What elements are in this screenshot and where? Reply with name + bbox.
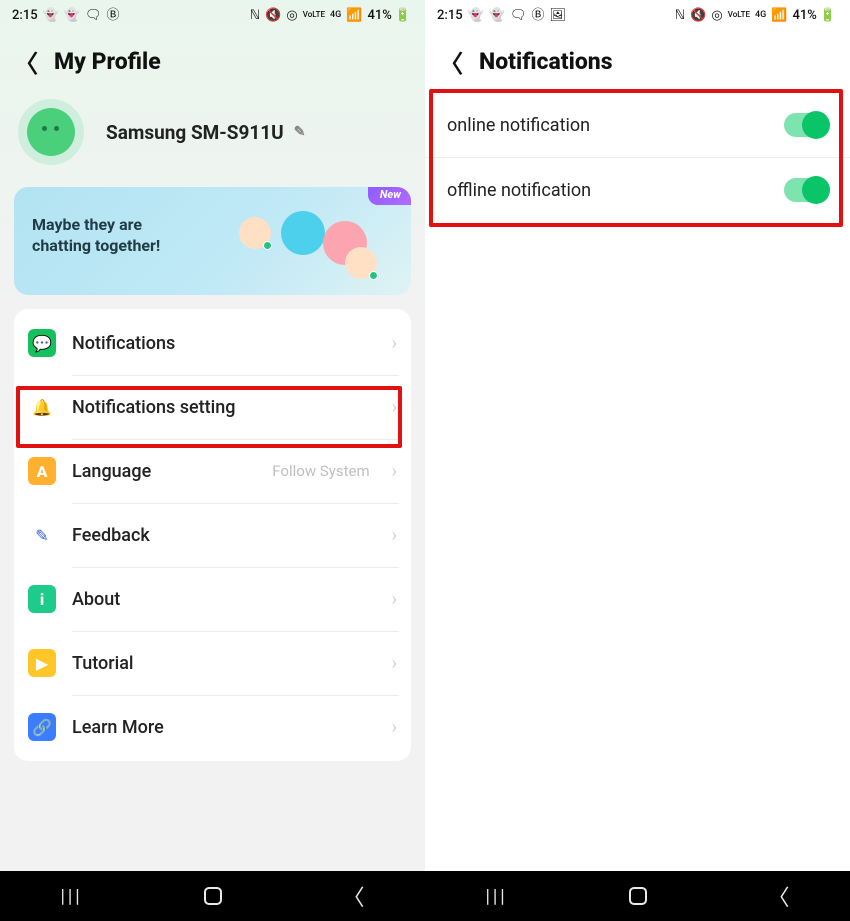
circle-b-icon: Ⓑ bbox=[106, 9, 119, 22]
chevron-right-icon: › bbox=[392, 461, 397, 482]
back-button[interactable]: 〈 bbox=[439, 44, 463, 79]
volte-icon: VoLTE bbox=[728, 11, 750, 19]
nfc-icon: ℕ bbox=[250, 9, 260, 22]
row-learn-more[interactable]: 🔗 Learn More › bbox=[14, 695, 411, 759]
battery-icon: 🔋 bbox=[395, 9, 411, 22]
toggle-switch[interactable] bbox=[784, 113, 828, 137]
snapchat-icon: 👻 bbox=[468, 9, 484, 22]
image-icon: 🖼 bbox=[550, 9, 567, 22]
row-notifications-setting[interactable]: 🔔 Notifications setting › bbox=[14, 375, 411, 439]
status-bar: 2:15 👻 👻 🗨 Ⓑ 🖼 ℕ 🔇 ◎ VoLTE 4G 📶 41% 🔋 bbox=[425, 0, 850, 30]
hotspot-icon: ◎ bbox=[286, 9, 297, 22]
chat-app-icon: 🗨 bbox=[510, 9, 527, 22]
snapchat-icon: 👻 bbox=[43, 9, 59, 22]
chevron-right-icon: › bbox=[392, 653, 397, 674]
row-feedback[interactable]: ✎ Feedback › bbox=[14, 503, 411, 567]
profile-row[interactable]: Samsung SM-S911U ✎ bbox=[0, 93, 425, 175]
mute-icon: 🔇 bbox=[690, 9, 706, 22]
snapchat-icon-2: 👻 bbox=[489, 9, 505, 22]
battery-indicator: 41% 🔋 bbox=[367, 8, 411, 23]
mute-icon: 🔇 bbox=[265, 9, 281, 22]
status-time: 2:15 bbox=[12, 8, 38, 23]
page-title: Notifications bbox=[479, 48, 613, 75]
chevron-right-icon: › bbox=[392, 589, 397, 610]
edit-icon[interactable]: ✎ bbox=[294, 124, 306, 140]
battery-indicator: 41% 🔋 bbox=[792, 8, 836, 23]
link-icon: 🔗 bbox=[28, 713, 56, 741]
toggle-offline-notification[interactable]: offline notification bbox=[425, 157, 850, 222]
signal-icon: 📶 bbox=[771, 9, 787, 22]
nav-recent[interactable]: ||| bbox=[485, 886, 507, 907]
language-hint: Follow System bbox=[272, 462, 369, 480]
status-bar: 2:15 👻 👻 🗨 Ⓑ ℕ 🔇 ◎ VoLTE 4G 📶 41% 🔋 bbox=[0, 0, 425, 30]
chevron-right-icon: › bbox=[392, 397, 397, 418]
signal-icon: 📶 bbox=[346, 9, 362, 22]
row-tutorial[interactable]: ▶ Tutorial › bbox=[14, 631, 411, 695]
page-title: My Profile bbox=[54, 48, 161, 75]
android-nav-bar: ||| 〈 ||| 〈 bbox=[0, 871, 850, 921]
network-type-icon: 4G bbox=[755, 11, 766, 20]
nav-back[interactable]: 〈 bbox=[767, 880, 789, 912]
chevron-right-icon: › bbox=[392, 717, 397, 738]
row-about[interactable]: i About › bbox=[14, 567, 411, 631]
info-icon: i bbox=[28, 585, 56, 613]
nav-recent[interactable]: ||| bbox=[60, 886, 82, 907]
circle-b-icon: Ⓑ bbox=[531, 9, 544, 22]
header-my-profile: 〈 My Profile bbox=[0, 30, 425, 93]
screen-my-profile: 2:15 👻 👻 🗨 Ⓑ ℕ 🔇 ◎ VoLTE 4G 📶 41% 🔋 〈 bbox=[0, 0, 425, 871]
status-time: 2:15 bbox=[437, 8, 463, 23]
pencil-icon: ✎ bbox=[28, 521, 56, 549]
header-notifications: 〈 Notifications bbox=[425, 30, 850, 93]
network-type-icon: 4G bbox=[330, 11, 341, 20]
row-notifications[interactable]: 💬 Notifications › bbox=[14, 311, 411, 375]
bell-icon: 🔔 bbox=[28, 393, 56, 421]
toggle-online-notification[interactable]: online notification bbox=[425, 93, 850, 157]
nfc-icon: ℕ bbox=[675, 9, 685, 22]
avatar bbox=[18, 99, 84, 165]
chat-icon: 💬 bbox=[28, 329, 56, 357]
chat-app-icon: 🗨 bbox=[85, 9, 102, 22]
toggle-switch[interactable] bbox=[784, 178, 828, 202]
device-name: Samsung SM-S911U ✎ bbox=[106, 121, 305, 144]
back-button[interactable]: 〈 bbox=[14, 44, 38, 79]
row-language[interactable]: A Language Follow System › bbox=[14, 439, 411, 503]
snapchat-icon-2: 👻 bbox=[64, 9, 80, 22]
nav-home[interactable] bbox=[629, 887, 647, 905]
volte-icon: VoLTE bbox=[303, 11, 325, 19]
nav-back[interactable]: 〈 bbox=[342, 880, 364, 912]
video-icon: ▶ bbox=[28, 649, 56, 677]
chevron-right-icon: › bbox=[392, 525, 397, 546]
chevron-right-icon: › bbox=[392, 333, 397, 354]
screen-notifications: 2:15 👻 👻 🗨 Ⓑ 🖼 ℕ 🔇 ◎ VoLTE 4G 📶 41% 🔋 bbox=[425, 0, 850, 871]
nav-home[interactable] bbox=[204, 887, 222, 905]
language-icon: A bbox=[28, 457, 56, 485]
new-badge: New bbox=[368, 187, 411, 205]
hotspot-icon: ◎ bbox=[711, 9, 722, 22]
settings-list: 💬 Notifications › 🔔 Notifications settin… bbox=[14, 309, 411, 761]
banner-illustration bbox=[237, 205, 397, 285]
battery-icon: 🔋 bbox=[820, 9, 836, 22]
promo-banner[interactable]: New Maybe they are chatting together! bbox=[14, 187, 411, 295]
